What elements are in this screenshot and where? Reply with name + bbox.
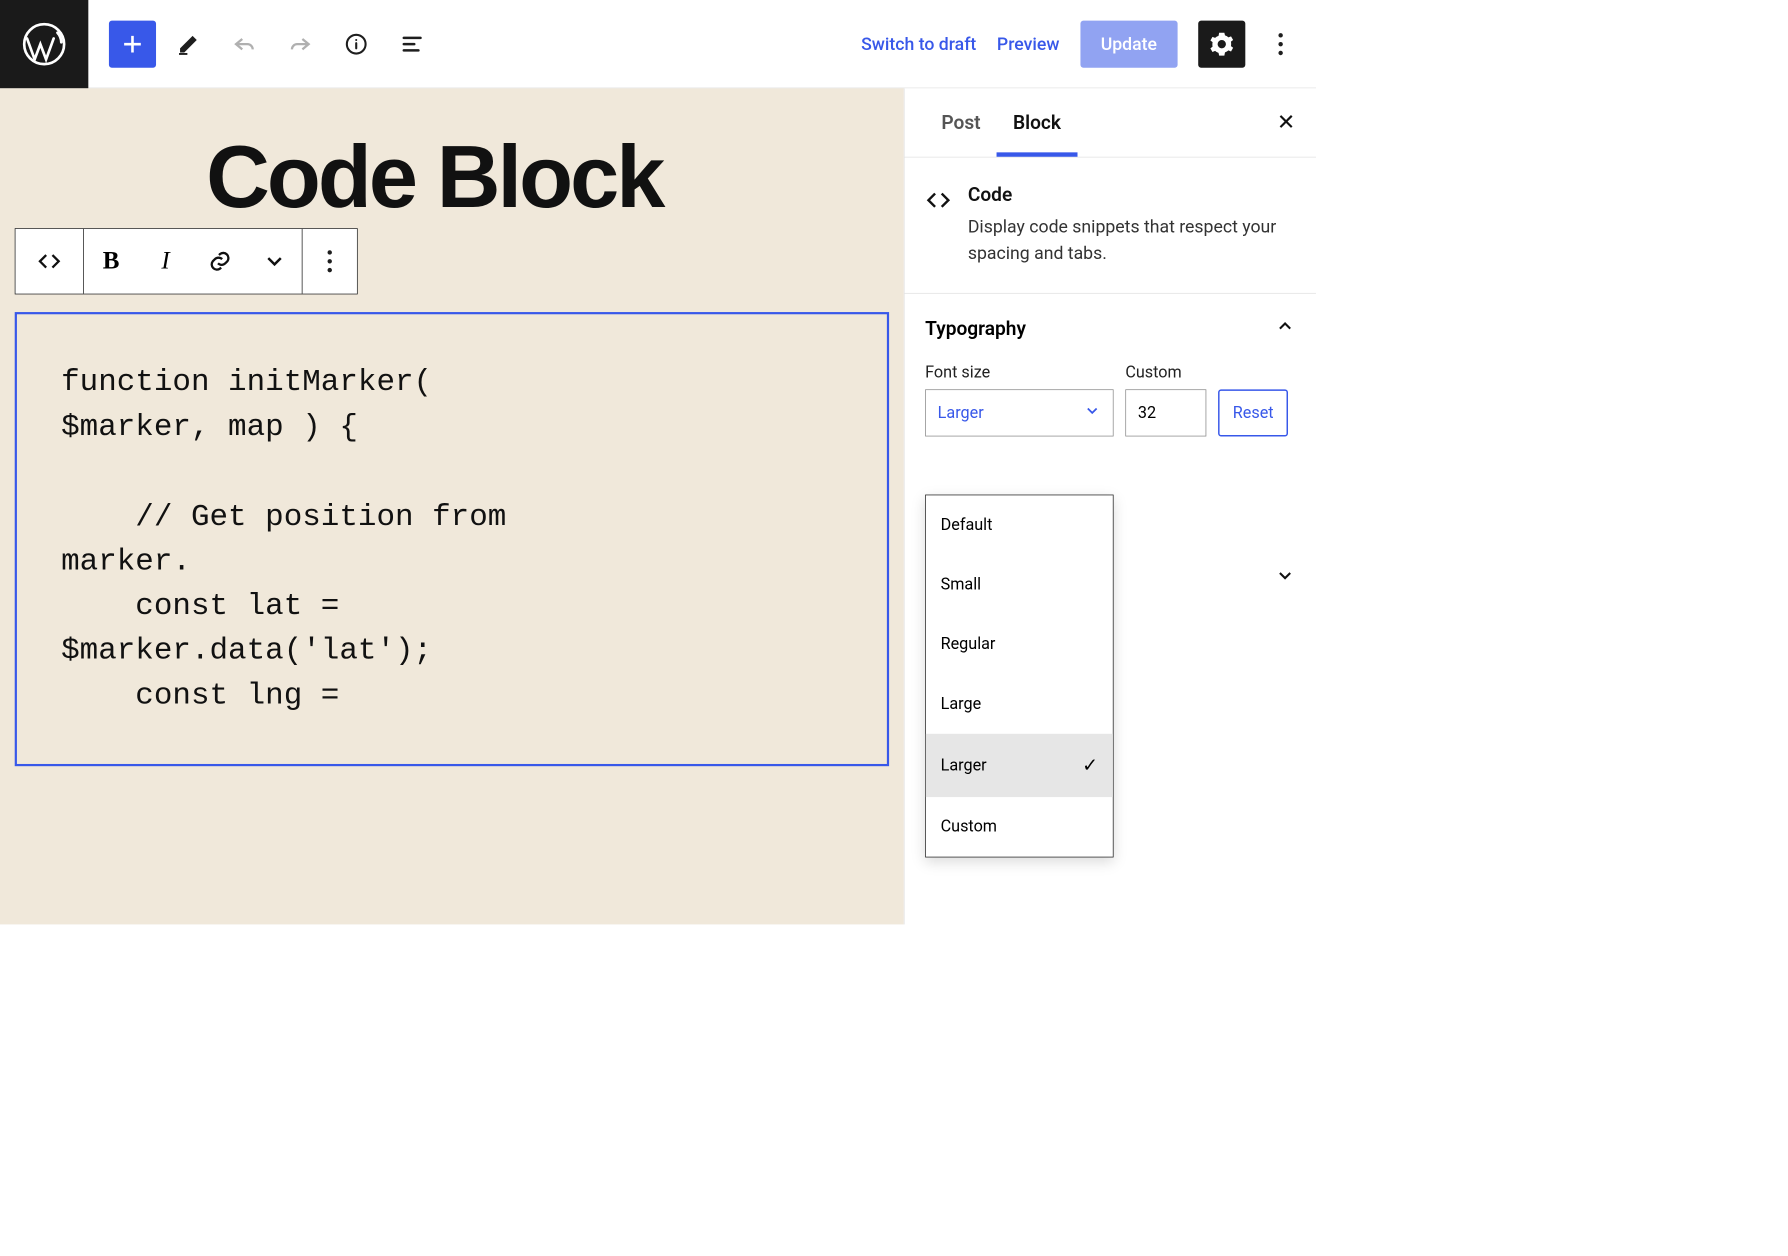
check-icon: ✓ [1082,754,1098,776]
block-options-button[interactable] [302,229,356,294]
option-larger[interactable]: Larger ✓ [926,734,1113,797]
more-formatting-button[interactable] [247,229,301,294]
typography-panel-header[interactable]: Typography [905,294,1316,364]
chevron-up-icon [1275,316,1296,342]
custom-label: Custom [1125,364,1206,382]
workspace: Code Block B I [0,88,1316,924]
option-regular[interactable]: Regular [926,615,1113,675]
top-actions: Switch to draft Preview Update [861,20,1316,67]
font-size-label: Font size [925,364,1113,382]
details-button[interactable] [333,20,380,67]
preview-button[interactable]: Preview [997,33,1060,54]
sidebar-tabs: Post Block ✕ [905,88,1316,157]
close-sidebar-button[interactable]: ✕ [1277,110,1296,136]
chevron-down-icon [1083,402,1101,424]
bold-button[interactable]: B [84,229,138,294]
font-size-select[interactable]: Larger [925,389,1113,436]
top-toolbar: Switch to draft Preview Update [0,0,1316,88]
code-icon [925,184,951,266]
block-toolbar: B I [15,228,358,294]
link-button[interactable] [193,229,247,294]
option-larger-label: Larger [941,756,987,774]
wordpress-logo[interactable] [0,0,88,88]
more-options-button[interactable] [1266,33,1295,55]
block-type-icon[interactable] [15,229,83,294]
block-description: Display code snippets that respect your … [968,213,1296,266]
redo-button [277,20,324,67]
option-small[interactable]: Small [926,555,1113,615]
editor-tools [88,20,435,67]
settings-sidebar: Post Block ✕ Code Display code snippets … [904,88,1316,924]
outline-button[interactable] [389,20,436,67]
typography-label: Typography [925,318,1026,340]
switch-to-draft-button[interactable]: Switch to draft [861,33,976,54]
option-default[interactable]: Default [926,495,1113,555]
edit-tool-button[interactable] [165,20,212,67]
font-size-selected: Larger [938,404,984,422]
settings-button[interactable] [1198,20,1245,67]
reset-button[interactable]: Reset [1218,389,1288,436]
undo-button [221,20,268,67]
tab-post[interactable]: Post [925,89,997,155]
page-title[interactable]: Code Block [15,88,889,228]
collapsed-panel-toggle[interactable] [1275,565,1296,589]
tab-block[interactable]: Block [997,89,1077,155]
block-info: Code Display code snippets that respect … [905,158,1316,294]
option-custom[interactable]: Custom [926,797,1113,857]
typography-panel-body: Font size Larger Custom 32 Reset [905,364,1316,457]
add-block-button[interactable] [109,20,156,67]
code-block[interactable]: function initMarker( $marker, map ) { //… [15,312,889,766]
block-name: Code [968,184,1296,206]
custom-size-input[interactable]: 32 [1125,389,1206,436]
font-size-dropdown: Default Small Regular Large Larger ✓ Cus… [925,495,1113,858]
option-large[interactable]: Large [926,674,1113,734]
italic-button[interactable]: I [138,229,192,294]
update-button: Update [1080,20,1178,67]
editor-canvas[interactable]: Code Block B I [0,88,904,924]
